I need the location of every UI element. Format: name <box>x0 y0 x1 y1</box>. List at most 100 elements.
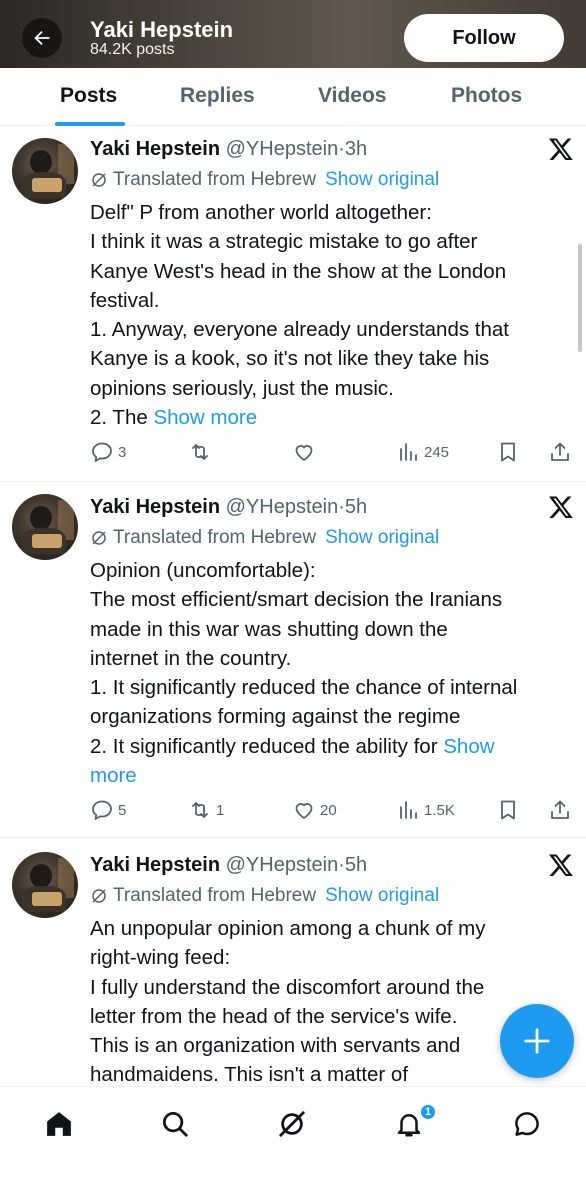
post[interactable]: Yaki Hepstein @YHepstein·5h Translated f… <box>0 838 586 1086</box>
grok-icon <box>279 1111 305 1137</box>
show-original-link[interactable]: Show original <box>325 526 439 550</box>
text-line: internet in the country. <box>90 646 292 670</box>
nav-search[interactable] <box>158 1107 192 1141</box>
bookmark-button[interactable] <box>496 796 520 824</box>
text-line: 1. Anyway, everyone already understands … <box>90 318 509 342</box>
post-count: 84.2K posts <box>90 41 175 58</box>
chat-bubble-icon <box>515 1112 539 1136</box>
bookmark-icon <box>501 442 515 462</box>
views-button[interactable]: 1.5K <box>396 796 455 824</box>
show-more-link-cont[interactable]: more <box>90 764 137 787</box>
show-more-link[interactable]: Show more <box>153 406 257 429</box>
repost-icon <box>192 444 208 460</box>
nav-home[interactable] <box>42 1107 76 1141</box>
plus-icon <box>524 1028 550 1054</box>
show-original-link[interactable]: Show original <box>325 884 439 908</box>
nav-messages[interactable] <box>510 1107 544 1141</box>
show-original-link[interactable]: Show original <box>325 168 439 192</box>
text-line: opinions seriously, just the music. <box>90 376 394 400</box>
author-handle[interactable]: @YHepstein <box>226 496 339 518</box>
author-name[interactable]: Yaki Hepstein <box>90 496 220 518</box>
like-button[interactable]: 20 <box>292 796 337 824</box>
post-text: Opinion (uncomfortable): The most effici… <box>90 556 570 790</box>
tab-replies[interactable]: Replies <box>180 84 255 108</box>
text-line: letter from the head of the service's wi… <box>90 1004 458 1028</box>
author-handle[interactable]: @YHepstein <box>226 138 339 160</box>
post-time[interactable]: 5h <box>345 854 367 876</box>
repost-button[interactable]: 1 <box>188 796 224 824</box>
translated-label: Translated from Hebrew <box>113 169 317 190</box>
text-line: I fully understand the discomfort around… <box>90 975 485 999</box>
author-handle[interactable]: @YHepstein <box>226 854 339 876</box>
reply-count: 5 <box>118 801 127 819</box>
post-actions: 5 1 20 1.5K <box>90 796 576 824</box>
share-icon <box>551 442 569 461</box>
views-button[interactable]: 245 <box>396 438 449 466</box>
nav-grok[interactable] <box>275 1107 309 1141</box>
reply-icon <box>92 800 112 820</box>
translation-row: Translated from Hebrew Show original <box>90 884 439 908</box>
tab-posts[interactable]: Posts <box>60 84 117 108</box>
show-more-link[interactable]: Show <box>443 735 494 758</box>
x-logo-icon <box>548 854 573 877</box>
author-name[interactable]: Yaki Hepstein <box>90 138 220 160</box>
text-line: An unpopular opinion among a chunk of my <box>90 917 486 940</box>
avatar[interactable] <box>12 494 78 560</box>
follow-button[interactable]: Follow <box>404 14 564 62</box>
text-line: Kanye West's head in the show at the Lon… <box>90 259 507 283</box>
post-time[interactable]: 5h <box>345 496 367 518</box>
text-line: This is an organization with servants an… <box>90 1034 461 1058</box>
text-line: 1. It significantly reduced the chance o… <box>90 676 518 700</box>
x-logo-icon <box>548 496 573 519</box>
text-line: Opinion (uncomfortable): <box>90 559 316 582</box>
post[interactable]: Yaki Hepstein @YHepstein·5h Translated f… <box>0 482 586 838</box>
tab-videos[interactable]: Videos <box>318 84 386 108</box>
heart-icon <box>295 803 313 819</box>
x-logo-icon <box>548 138 573 161</box>
views-count: 1.5K <box>424 801 455 819</box>
bookmark-icon <box>501 800 515 820</box>
repost-icon <box>192 802 208 818</box>
bookmark-button[interactable] <box>496 438 520 466</box>
like-button[interactable] <box>292 438 320 466</box>
translate-icon <box>92 173 106 187</box>
text-line: 2. It significantly reduced the ability … <box>90 734 438 758</box>
share-button[interactable] <box>548 796 572 824</box>
post-actions: 3 245 <box>90 438 576 466</box>
repost-button[interactable] <box>188 438 216 466</box>
text-line: Kanye is a kook, so it's not like they t… <box>90 347 490 371</box>
reply-count: 3 <box>118 443 127 461</box>
author-name[interactable]: Yaki Hepstein <box>90 854 220 876</box>
post-text: Delf" P from another world altogether: I… <box>90 198 570 432</box>
post-header: Yaki Hepstein @YHepstein·3h <box>90 138 368 160</box>
post[interactable]: Yaki Hepstein @YHepstein·3h Translated f… <box>0 126 586 482</box>
post-text: An unpopular opinion among a chunk of my… <box>90 914 570 1090</box>
avatar[interactable] <box>12 852 78 918</box>
reply-button[interactable]: 3 <box>90 438 126 466</box>
text-line: organizations forming against the regime <box>90 705 461 729</box>
share-button[interactable] <box>548 438 572 466</box>
views-icon <box>400 443 417 461</box>
profile-header: Yaki Hepstein 84.2K posts Follow <box>0 0 586 68</box>
text-line: festival. <box>90 288 160 312</box>
text-line: made in this war was shutting down the <box>90 617 448 641</box>
views-icon <box>400 801 417 819</box>
avatar[interactable] <box>12 138 78 204</box>
bottom-navigation: 1 <box>0 1086 586 1200</box>
tab-photos[interactable]: Photos <box>451 84 522 108</box>
reply-button[interactable]: 5 <box>90 796 126 824</box>
translation-row: Translated from Hebrew Show original <box>90 168 439 192</box>
text-line: I think it was a strategic mistake to go… <box>90 230 478 254</box>
post-header: Yaki Hepstein @YHepstein·5h <box>90 854 368 876</box>
back-button[interactable] <box>22 18 62 58</box>
like-count: 20 <box>320 801 337 819</box>
translated-label: Translated from Hebrew <box>113 527 317 548</box>
translate-icon <box>92 531 106 545</box>
translate-icon <box>92 889 106 903</box>
translation-row: Translated from Hebrew Show original <box>90 526 439 550</box>
translated-label: Translated from Hebrew <box>113 885 317 906</box>
compose-post-button[interactable] <box>500 1004 574 1078</box>
text-line: right-wing feed: <box>90 946 231 970</box>
post-header: Yaki Hepstein @YHepstein·5h <box>90 496 368 518</box>
post-time[interactable]: 3h <box>345 138 367 160</box>
